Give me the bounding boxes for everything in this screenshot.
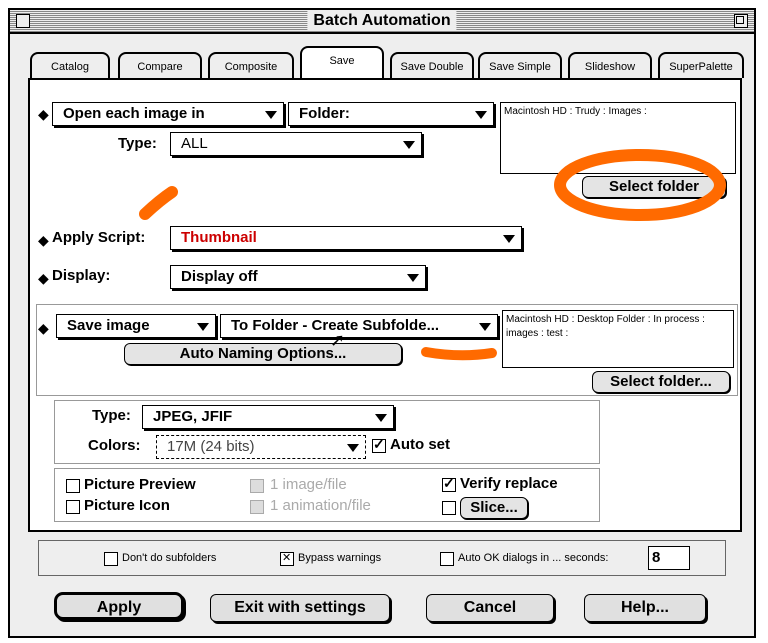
- annotation-overlay: [139, 149, 726, 361]
- annotation-underline: [421, 347, 497, 361]
- annotation-circle: [554, 149, 726, 221]
- annotation-stroke: [139, 186, 178, 220]
